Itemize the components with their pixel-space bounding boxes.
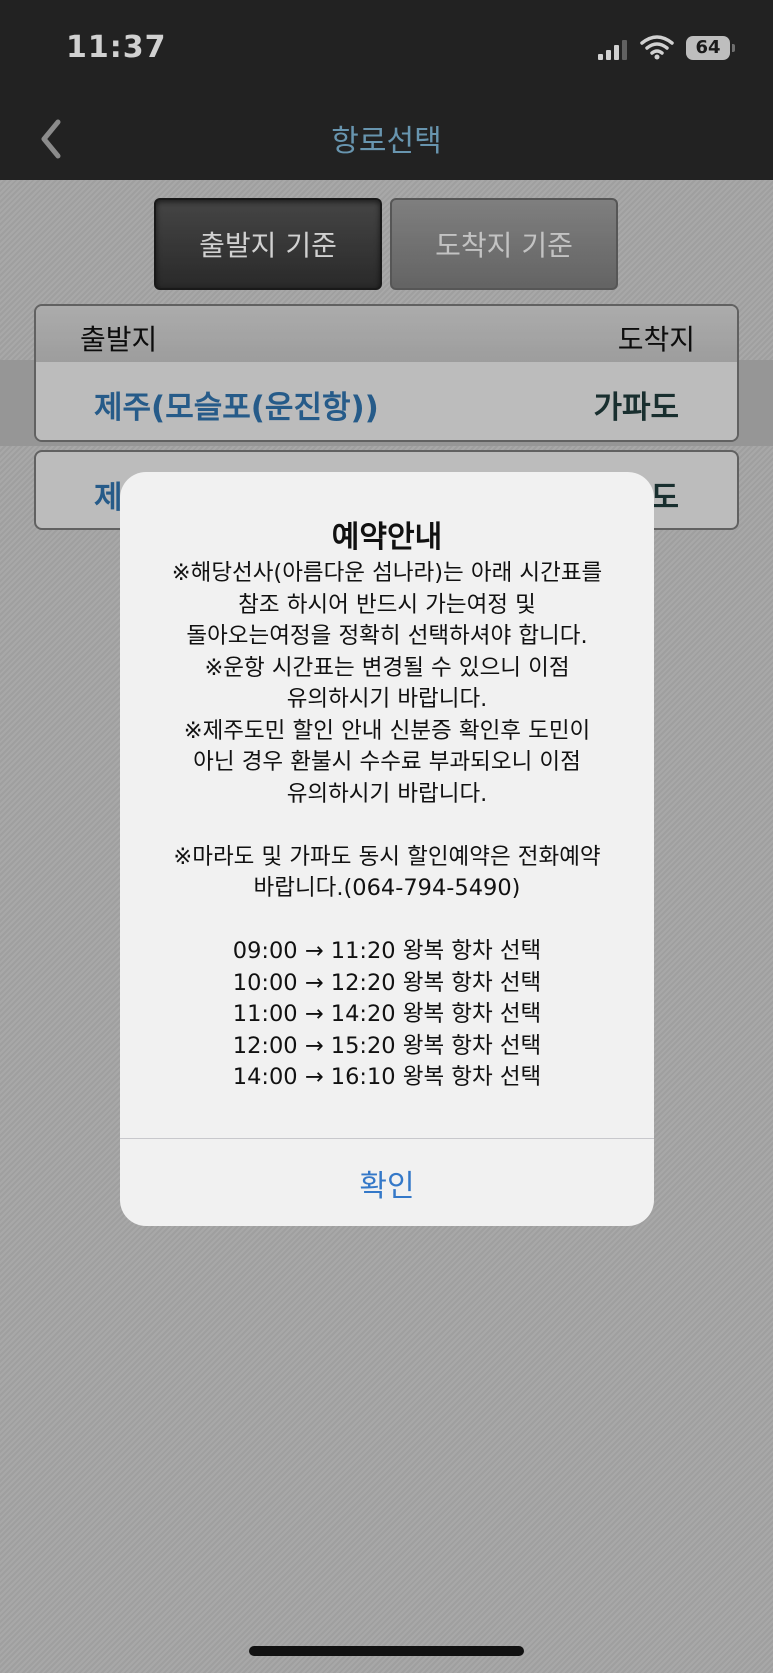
alert-line: ※해당선사(아름다운 섬나라)는 아래 시간표를 [171, 560, 603, 586]
schedule-line: 11:00 → 14:20 왕복 항차 선택 [232, 1001, 542, 1027]
alert-line: 유의하시기 바랍니다. [286, 780, 488, 807]
alert-message: ※해당선사(아름다운 섬나라)는 아래 시간표를 참조 하시어 반드시 가는여정… [140, 558, 634, 1094]
alert-line: 바랍니다.(064-794-5490) [253, 875, 521, 901]
alert-line: 참조 하시어 반드시 가는여정 및 [238, 591, 536, 618]
alert-spacer [140, 905, 634, 937]
confirm-button[interactable]: 확인 [120, 1139, 654, 1226]
alert-line: ※운항 시간표는 변경될 수 있으니 이점 [204, 654, 570, 681]
schedule-line: 10:00 → 12:20 왕복 항차 선택 [232, 969, 542, 996]
schedule-line: 09:00 → 11:20 왕복 항차 선택 [232, 938, 542, 964]
reservation-alert-dialog: 예약안내 ※해당선사(아름다운 섬나라)는 아래 시간표를 참조 하시어 반드시… [120, 472, 654, 1226]
alert-line: 아닌 경우 환불시 수수료 부과되오니 이점 [193, 749, 581, 775]
alert-spacer [140, 810, 634, 842]
home-indicator[interactable] [249, 1646, 524, 1656]
alert-line: ※마라도 및 가파도 동시 할인예약은 전화예약 [173, 843, 601, 870]
alert-line: 유의하시기 바랍니다. [286, 686, 488, 712]
alert-line: 돌아오는여정을 정확히 선택하셔야 합니다. [186, 623, 588, 649]
schedule-line: 12:00 → 15:20 왕복 항차 선택 [232, 1032, 542, 1059]
alert-title: 예약안내 [331, 520, 443, 555]
schedule-line: 14:00 → 16:10 왕복 항차 선택 [232, 1064, 542, 1090]
alert-line: ※제주도민 할인 안내 신분증 확인후 도민이 [183, 717, 591, 744]
